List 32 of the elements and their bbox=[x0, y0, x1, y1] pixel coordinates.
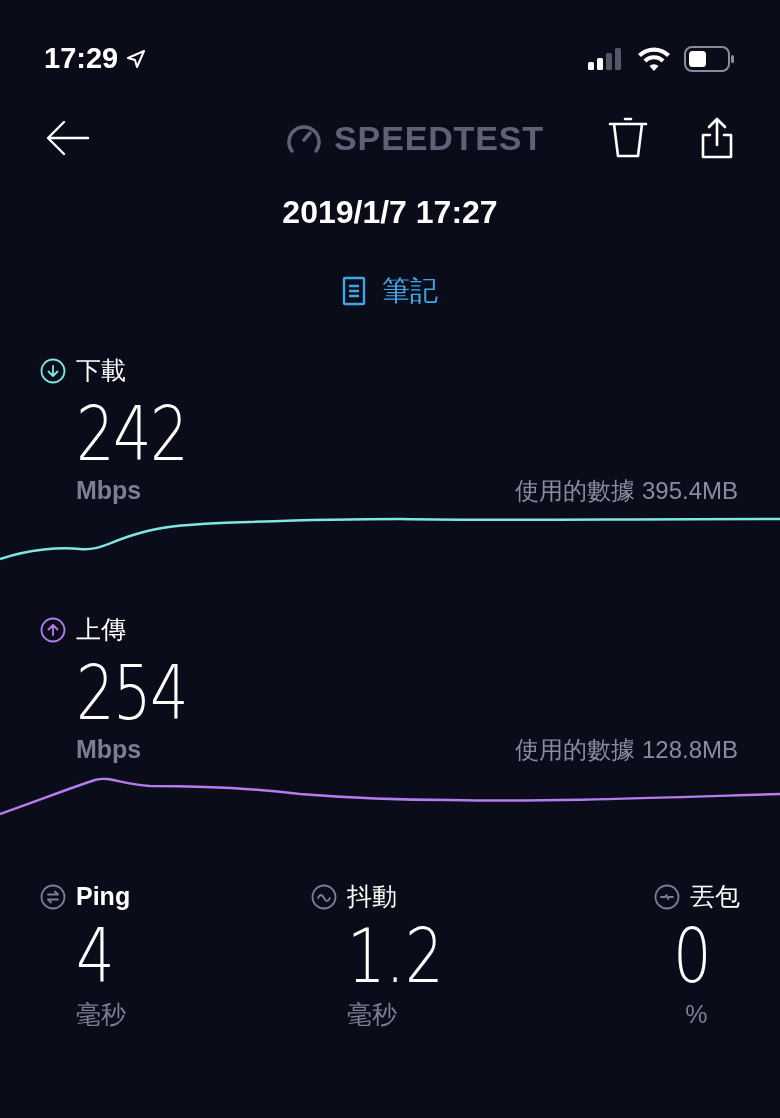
speedometer-icon bbox=[286, 122, 323, 154]
unit-label: 毫秒 bbox=[76, 998, 126, 1030]
location-arrow-icon bbox=[126, 49, 147, 69]
clock-time: 17:29 bbox=[44, 41, 119, 77]
signal-icon bbox=[588, 48, 624, 70]
stat-value: 1.2 bbox=[347, 915, 444, 996]
unit-label: Mbps bbox=[76, 733, 142, 765]
battery-icon bbox=[684, 46, 736, 72]
delete-button[interactable] bbox=[608, 116, 648, 160]
test-date: 2019/1/7 17:27 bbox=[282, 193, 498, 232]
metric-label: 下載 bbox=[76, 355, 126, 386]
wave-icon bbox=[311, 883, 338, 910]
metric-value: 242 bbox=[76, 393, 187, 474]
stat-label: Ping bbox=[76, 881, 131, 912]
unit-label: % bbox=[685, 998, 708, 1030]
stat-value: 4 bbox=[76, 915, 116, 996]
metric-value: 254 bbox=[76, 652, 187, 733]
data-used-label: 使用的數據 128.8MB bbox=[515, 735, 738, 765]
metric-label: 上傳 bbox=[76, 614, 126, 645]
ping-icon bbox=[40, 883, 66, 910]
stat-label: 丟包 bbox=[690, 881, 740, 912]
stat-label: 抖動 bbox=[347, 881, 398, 912]
notes-link[interactable]: 筆記 bbox=[342, 270, 438, 312]
pulse-icon bbox=[654, 883, 680, 910]
unit-label: 毫秒 bbox=[347, 998, 399, 1030]
stat-value: 0 bbox=[672, 915, 712, 996]
wifi-icon bbox=[638, 47, 670, 71]
data-used-label: 使用的數據 395.4MB bbox=[515, 476, 738, 506]
notes-icon bbox=[342, 276, 366, 306]
unit-label: Mbps bbox=[76, 474, 142, 506]
share-button[interactable] bbox=[700, 117, 734, 159]
speedtest-logo: SPEEDTEST bbox=[334, 117, 544, 159]
